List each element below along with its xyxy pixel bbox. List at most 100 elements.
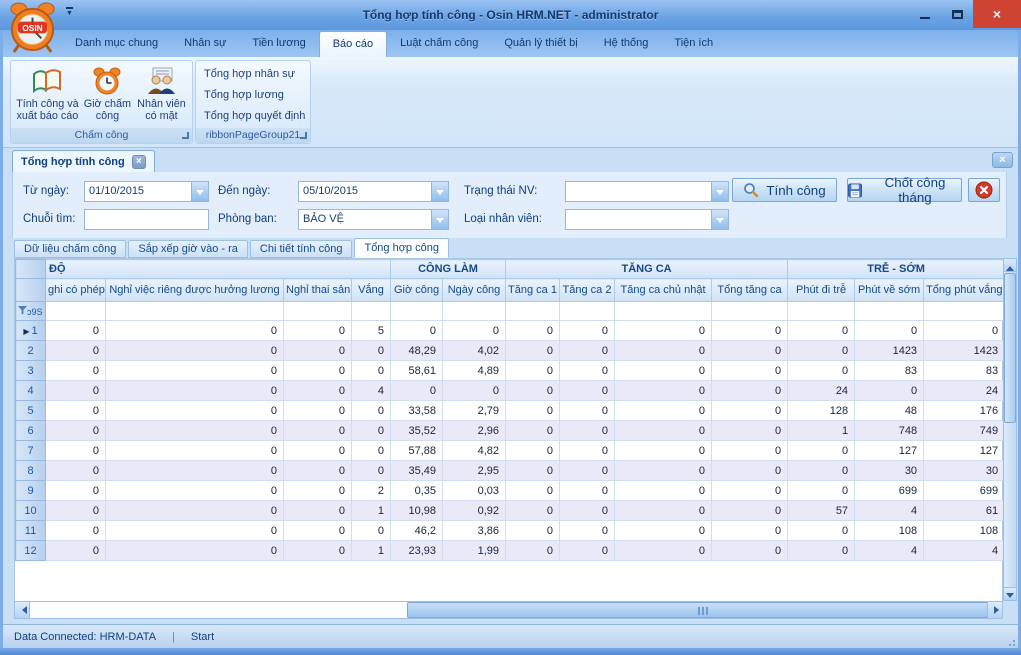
grid-cell[interactable]: 57,88	[391, 441, 443, 461]
grid-cell[interactable]: 0	[615, 481, 712, 501]
scroll-right-button[interactable]	[987, 602, 1002, 618]
grid-cell[interactable]: 0	[352, 441, 391, 461]
grid-cell[interactable]: 33,58	[391, 401, 443, 421]
grid-row-indicator[interactable]: 4	[16, 381, 46, 401]
grid-cell[interactable]: 0	[560, 501, 615, 521]
grid-row-indicator[interactable]: 9	[16, 481, 46, 501]
grid-cell[interactable]: 0	[46, 421, 106, 441]
grid-column-header[interactable]: Phút về sớm	[855, 279, 924, 302]
grid-cell[interactable]: 0	[106, 461, 284, 481]
grid-cell[interactable]: 0	[284, 361, 352, 381]
grid-cell[interactable]: 0	[712, 521, 788, 541]
grid-cell[interactable]: 0	[712, 381, 788, 401]
grid-cell[interactable]: 0	[46, 541, 106, 561]
grid-filter-cell[interactable]	[560, 302, 615, 321]
chevron-down-icon[interactable]	[431, 182, 448, 201]
grid-cell[interactable]: 0	[506, 481, 560, 501]
department-combo[interactable]: BẢO VỆ	[298, 209, 449, 230]
grid-column-header[interactable]: Tăng ca 1	[506, 279, 560, 302]
grid-cell[interactable]: 0	[284, 501, 352, 521]
grid-cell[interactable]: 0	[391, 321, 443, 341]
grid-band-header[interactable]: CÔNG LÀM	[391, 260, 506, 279]
grid-cell[interactable]: 0	[352, 341, 391, 361]
grid-row-indicator[interactable]: 3	[16, 361, 46, 381]
grid-cell[interactable]: 0	[506, 381, 560, 401]
grid-cell[interactable]: 0	[615, 401, 712, 421]
grid-cell[interactable]: 0	[443, 321, 506, 341]
close-panel-button[interactable]	[968, 178, 1000, 202]
grid-cell[interactable]: 0	[924, 321, 1005, 341]
chevron-down-icon[interactable]	[191, 182, 208, 201]
grid-cell[interactable]: 0	[46, 401, 106, 421]
grid-cell[interactable]: 0	[506, 441, 560, 461]
grid-cell[interactable]: 0	[352, 361, 391, 381]
dialog-launcher-icon[interactable]	[182, 132, 189, 139]
grid-cell[interactable]: 127	[855, 441, 924, 461]
grid-cell[interactable]: 0,35	[391, 481, 443, 501]
grid-cell[interactable]: 0	[788, 521, 855, 541]
grid-cell[interactable]: 0	[106, 521, 284, 541]
grid-row-indicator[interactable]: 6	[16, 421, 46, 441]
document-close-button[interactable]: ×	[992, 152, 1013, 168]
grid-cell[interactable]: 4	[855, 501, 924, 521]
grid-filter-cell[interactable]	[352, 302, 391, 321]
grid-cell[interactable]: 699	[855, 481, 924, 501]
grid-cell[interactable]: 83	[855, 361, 924, 381]
grid-cell[interactable]: 0	[506, 341, 560, 361]
grid-cell[interactable]: 0	[506, 541, 560, 561]
scrollbar-track[interactable]	[30, 602, 407, 618]
grid-cell[interactable]: 699	[924, 481, 1005, 501]
grid-cell[interactable]: 0	[560, 481, 615, 501]
grid-cell[interactable]: 0	[46, 441, 106, 461]
grid-cell[interactable]: 127	[924, 441, 1005, 461]
maximize-button[interactable]	[941, 0, 973, 28]
lock-month-button[interactable]: Chốt công tháng	[847, 178, 962, 202]
grid-cell[interactable]: 0	[855, 381, 924, 401]
employee-type-combo[interactable]	[565, 209, 729, 230]
grid-cell[interactable]: 46,2	[391, 521, 443, 541]
grid-cell[interactable]: 0	[788, 461, 855, 481]
grid-row-indicator[interactable]: 5	[16, 401, 46, 421]
grid-cell[interactable]: 0	[788, 321, 855, 341]
grid-cell[interactable]: 57	[788, 501, 855, 521]
grid-filter-cell[interactable]	[391, 302, 443, 321]
grid-cell[interactable]: 0	[615, 341, 712, 361]
grid-cell[interactable]: 748	[855, 421, 924, 441]
grid-filter-cell[interactable]	[924, 302, 1005, 321]
grid-cell[interactable]: 0	[352, 461, 391, 481]
grid-cell[interactable]: 0	[560, 381, 615, 401]
grid-cell[interactable]: 1,99	[443, 541, 506, 561]
grid-cell[interactable]: 0	[352, 401, 391, 421]
grid-cell[interactable]: 0	[106, 481, 284, 501]
ribbon-menu-item[interactable]: Tổng hợp quyết định	[196, 106, 310, 127]
grid-cell[interactable]: 0	[46, 381, 106, 401]
horizontal-scrollbar[interactable]	[14, 601, 1003, 619]
grid-cell[interactable]: 0	[506, 361, 560, 381]
grid-cell[interactable]: 0	[560, 321, 615, 341]
grid-cell[interactable]: 2,79	[443, 401, 506, 421]
grid-cell[interactable]: 35,49	[391, 461, 443, 481]
resize-grip-icon[interactable]	[1013, 640, 1015, 642]
grid-cell[interactable]: 0	[506, 421, 560, 441]
employee-status-combo[interactable]	[565, 181, 729, 202]
grid-cell[interactable]: 749	[924, 421, 1005, 441]
grid-cell[interactable]: 0	[560, 341, 615, 361]
grid-column-header[interactable]: Tổng tăng ca	[712, 279, 788, 302]
grid-cell[interactable]: 0	[106, 341, 284, 361]
grid-cell[interactable]: 0	[284, 541, 352, 561]
grid-row-indicator[interactable]: 2	[16, 341, 46, 361]
grid-cell[interactable]: 0	[284, 521, 352, 541]
grid-cell[interactable]: 0	[106, 441, 284, 461]
grid-cell[interactable]: 30	[855, 461, 924, 481]
ribbon-tab[interactable]: Quản lý thiết bị	[491, 31, 590, 57]
grid-cell[interactable]: 61	[924, 501, 1005, 521]
grid-cell[interactable]: 176	[924, 401, 1005, 421]
minimize-button[interactable]	[909, 0, 941, 28]
grid-filter-cell[interactable]	[712, 302, 788, 321]
grid-cell[interactable]: 0	[506, 461, 560, 481]
ribbon-tab[interactable]: Danh mục chung	[62, 31, 171, 57]
tab-close-icon[interactable]: ×	[132, 155, 146, 169]
grid-cell[interactable]: 0	[106, 501, 284, 521]
grid-cell[interactable]: 108	[924, 521, 1005, 541]
ribbon-tab[interactable]: Báo cáo	[319, 31, 387, 57]
